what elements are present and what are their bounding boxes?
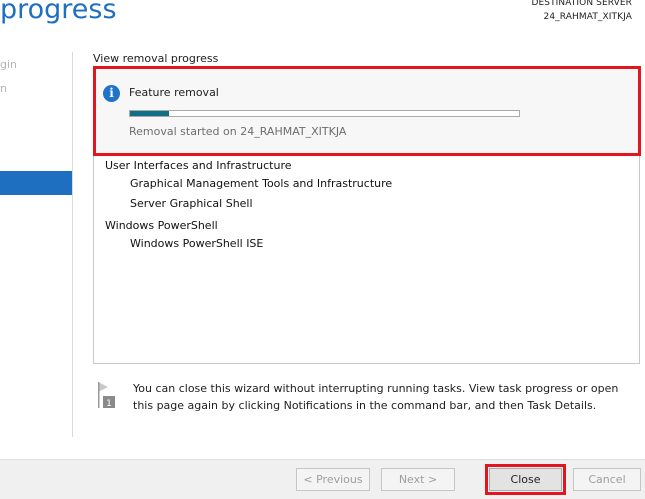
progress-title: Feature removal xyxy=(129,86,219,99)
flag-notice-icon: 1 xyxy=(98,382,115,408)
page-title: progress xyxy=(0,0,117,25)
destination-server-label: DESTINATION SERVER xyxy=(531,0,632,8)
feature-row: Graphical Management Tools and Infrastru… xyxy=(130,177,393,190)
progress-status: Removal started on 24_RAHMAT_XITKJA xyxy=(129,125,347,138)
feature-row: Windows PowerShell xyxy=(105,219,218,232)
section-label: View removal progress xyxy=(93,52,219,65)
previous-button[interactable]: < Previous xyxy=(296,468,370,491)
cancel-button[interactable]: Cancel xyxy=(573,468,641,491)
destination-server: DESTINATION SERVER 24_RAHMAT_XITKJA xyxy=(531,0,632,24)
info-icon: i xyxy=(103,85,120,102)
destination-server-name: 24_RAHMAT_XITKJA xyxy=(543,12,632,22)
progress-bar-fill xyxy=(130,111,169,116)
notice-text: You can close this wizard without interr… xyxy=(133,382,619,412)
svg-text:1: 1 xyxy=(106,399,112,408)
sidebar-item-selected[interactable] xyxy=(0,171,72,195)
sidebar-item-1[interactable]: gin xyxy=(0,58,17,71)
progress-bar xyxy=(129,110,520,117)
feature-row: User Interfaces and Infrastructure xyxy=(105,159,292,172)
wizard-sidebar: gin n xyxy=(0,52,72,437)
feature-row: Server Graphical Shell xyxy=(130,197,253,210)
feature-row: Windows PowerShell ISE xyxy=(130,237,264,250)
sidebar-divider xyxy=(72,52,73,437)
sidebar-item-2[interactable]: n xyxy=(0,82,7,95)
close-button[interactable]: Close xyxy=(489,468,562,491)
next-button[interactable]: Next > xyxy=(381,468,455,491)
